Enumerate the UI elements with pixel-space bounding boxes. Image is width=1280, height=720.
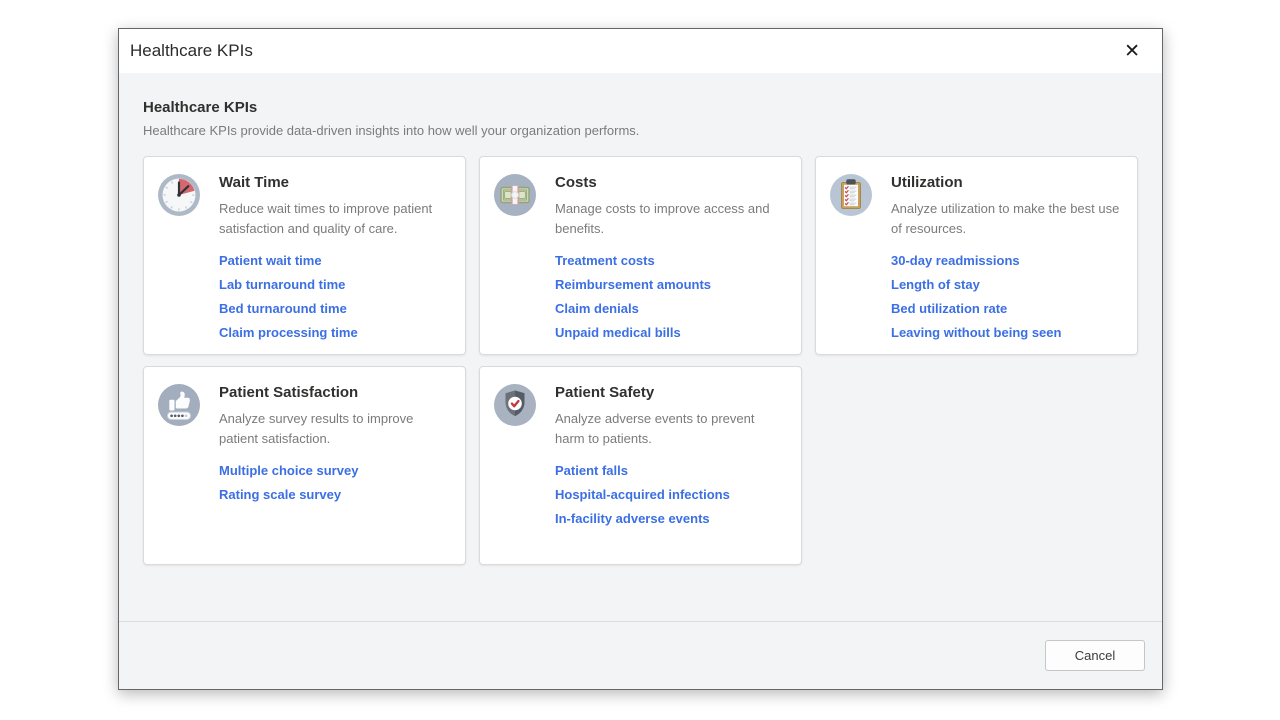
money-icon [493, 173, 537, 217]
kpi-link[interactable]: Patient falls [555, 463, 787, 478]
kpi-card-description: Reduce wait times to improve patient sat… [219, 199, 451, 239]
dialog-titlebar: Healthcare KPIs ✕ [119, 29, 1162, 73]
kpi-link[interactable]: Bed utilization rate [891, 301, 1123, 316]
kpi-link[interactable]: Treatment costs [555, 253, 787, 268]
kpi-card-utilization: Utilization Analyze utilization to make … [815, 156, 1138, 355]
kpi-link[interactable]: In-facility adverse events [555, 511, 787, 526]
kpi-card-grid: Wait Time Reduce wait times to improve p… [143, 156, 1138, 565]
kpi-link-list: Treatment costs Reimbursement amounts Clai… [555, 253, 787, 340]
kpi-link-list: 30-day readmissions Length of stay Bed uti… [891, 253, 1123, 340]
kpi-card-title: Wait Time [219, 174, 451, 191]
kpi-card-patient-satisfaction: Patient Satisfaction Analyze survey resu… [143, 366, 466, 565]
kpi-link[interactable]: Bed turnaround time [219, 301, 451, 316]
kpi-link[interactable]: Claim processing time [219, 325, 451, 340]
clock-icon [157, 173, 201, 217]
kpi-link[interactable]: 30-day readmissions [891, 253, 1123, 268]
kpi-card-title: Utilization [891, 174, 1123, 191]
kpi-card-description: Analyze utilization to make the best use… [891, 199, 1123, 239]
page-subtitle: Healthcare KPIs provide data-driven insi… [143, 123, 1138, 138]
kpi-card-costs: Costs Manage costs to improve access and… [479, 156, 802, 355]
kpi-card-description: Analyze survey results to improve patien… [219, 409, 451, 449]
kpi-link[interactable]: Hospital-acquired infections [555, 487, 787, 502]
kpi-link-list: Patient wait time Lab turnaround time Bed … [219, 253, 451, 340]
kpi-link[interactable]: Leaving without being seen [891, 325, 1123, 340]
cancel-button[interactable]: Cancel [1045, 640, 1145, 671]
kpi-link[interactable]: Claim denials [555, 301, 787, 316]
kpi-link[interactable]: Patient wait time [219, 253, 451, 268]
kpi-link[interactable]: Rating scale survey [219, 487, 451, 502]
close-icon[interactable]: ✕ [1118, 38, 1146, 65]
page-title: Healthcare KPIs [143, 99, 1138, 116]
dialog-footer: Cancel [119, 621, 1162, 689]
kpi-card-title: Costs [555, 174, 787, 191]
kpi-link[interactable]: Reimbursement amounts [555, 277, 787, 292]
kpi-card-description: Analyze adverse events to prevent harm t… [555, 409, 787, 449]
kpi-card-title: Patient Safety [555, 384, 787, 401]
healthcare-kpis-dialog: Healthcare KPIs ✕ Healthcare KPIs Health… [118, 28, 1163, 690]
shield-check-icon [493, 383, 537, 427]
dialog-body: Healthcare KPIs Healthcare KPIs provide … [119, 73, 1162, 621]
kpi-card-title: Patient Satisfaction [219, 384, 451, 401]
kpi-link[interactable]: Multiple choice survey [219, 463, 451, 478]
kpi-link[interactable]: Lab turnaround time [219, 277, 451, 292]
kpi-card-description: Manage costs to improve access and benef… [555, 199, 787, 239]
clipboard-checklist-icon [829, 173, 873, 217]
kpi-card-wait-time: Wait Time Reduce wait times to improve p… [143, 156, 466, 355]
kpi-link[interactable]: Length of stay [891, 277, 1123, 292]
thumbs-up-rating-icon [157, 383, 201, 427]
kpi-link[interactable]: Unpaid medical bills [555, 325, 787, 340]
kpi-card-patient-safety: Patient Safety Analyze adverse events to… [479, 366, 802, 565]
dialog-title: Healthcare KPIs [130, 41, 253, 61]
kpi-link-list: Patient falls Hospital-acquired infection… [555, 463, 787, 526]
kpi-link-list: Multiple choice survey Rating scale surve… [219, 463, 451, 502]
